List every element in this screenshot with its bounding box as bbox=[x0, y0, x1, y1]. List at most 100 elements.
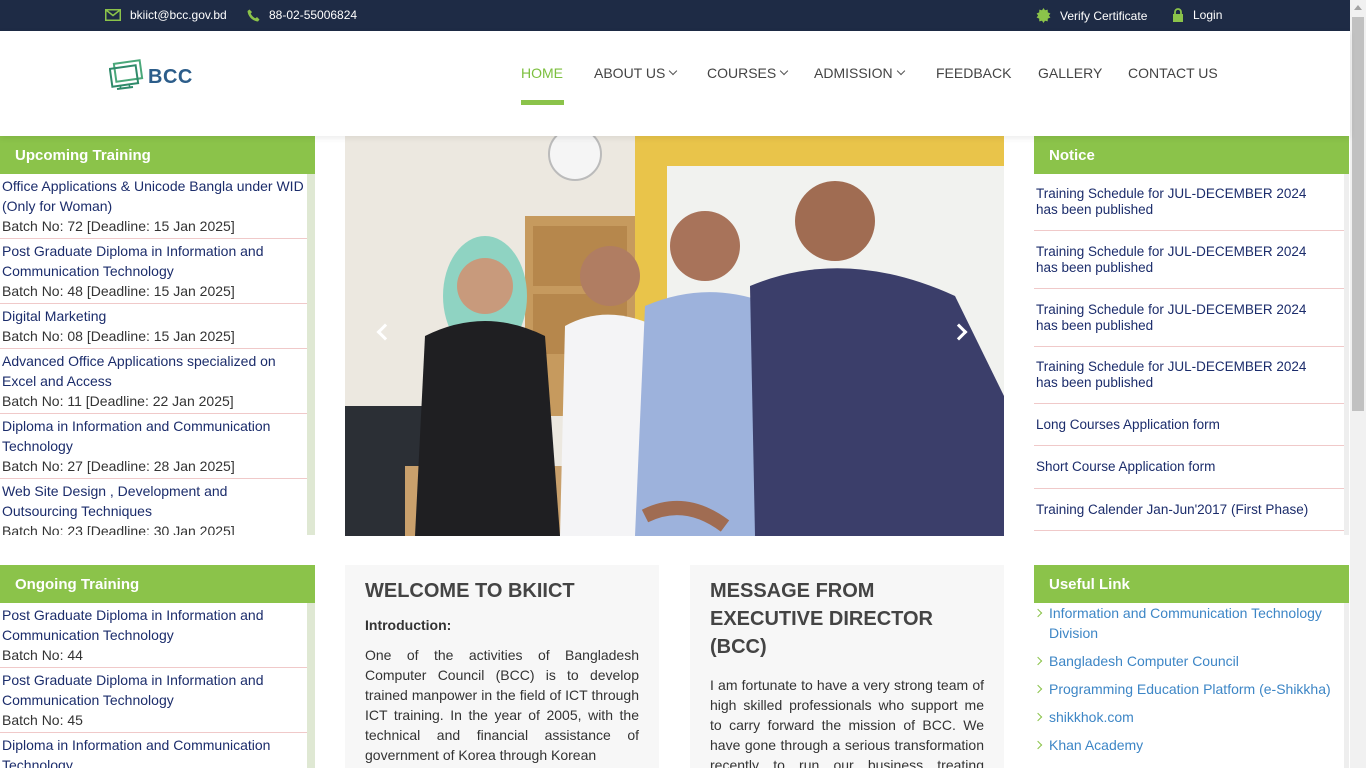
lock-icon bbox=[1172, 8, 1184, 22]
useful-link-text[interactable]: Information and Communication Technology… bbox=[1049, 605, 1322, 641]
verify-text: Verify Certificate bbox=[1060, 8, 1148, 23]
list-item[interactable]: Diploma in Information and Communication… bbox=[0, 414, 307, 479]
list-item[interactable]: Post Graduate Diploma in Information and… bbox=[0, 603, 307, 668]
useful-link-text[interactable]: Programming Education Platform (e-Shikkh… bbox=[1049, 681, 1331, 697]
nav-courses[interactable]: COURSES bbox=[707, 65, 789, 81]
badge-icon bbox=[1036, 8, 1051, 23]
training-meta: Batch No: 11 [Deadline: 22 Jan 2025] bbox=[2, 393, 234, 409]
phone-contact[interactable]: 88-02-55006824 bbox=[247, 8, 357, 22]
upcoming-training-header: Upcoming Training bbox=[0, 136, 315, 174]
training-meta: Batch No: 27 [Deadline: 28 Jan 2025] bbox=[2, 458, 235, 474]
nav-feedback-label: FEEDBACK bbox=[936, 65, 1012, 81]
nav-gallery-label: GALLERY bbox=[1038, 65, 1103, 81]
training-title[interactable]: Digital Marketing bbox=[2, 306, 305, 326]
chevron-right-icon bbox=[1034, 740, 1043, 750]
training-title[interactable]: Post Graduate Diploma in Information and… bbox=[2, 670, 305, 710]
login-text: Login bbox=[1193, 8, 1223, 22]
nav-home[interactable]: HOME bbox=[521, 65, 563, 81]
notice-item[interactable]: Training Schedule for JUL-DECEMBER 2024 … bbox=[1034, 347, 1344, 404]
notice-item[interactable]: Short Course Application form bbox=[1034, 446, 1344, 489]
notice-header: Notice bbox=[1034, 136, 1349, 174]
notice-item[interactable]: Training Calender Jan-Jun'2017 (First Ph… bbox=[1034, 489, 1344, 531]
welcome-title: WELCOME TO BKIICT bbox=[365, 580, 575, 602]
slider-photo bbox=[345, 136, 1004, 536]
notice-item[interactable]: Long Courses Application form bbox=[1034, 404, 1344, 446]
ongoing-training-list[interactable]: Post Graduate Diploma in Information and… bbox=[0, 603, 315, 768]
nav-admission[interactable]: ADMISSION bbox=[814, 65, 905, 81]
chevron-down-icon bbox=[896, 66, 905, 76]
site-logo[interactable]: BCC bbox=[109, 59, 193, 95]
site-header: BCC HOME ABOUT US COURSES ADMISSION FEED… bbox=[0, 31, 1350, 136]
message-text: I am fortunate to have a very strong tea… bbox=[710, 677, 984, 768]
chevron-down-icon bbox=[669, 66, 678, 76]
verify-certificate-link[interactable]: Verify Certificate bbox=[1036, 8, 1147, 23]
upcoming-training-list[interactable]: Office Applications & Unicode Bangla und… bbox=[0, 174, 315, 535]
hero-slider[interactable] bbox=[345, 136, 1004, 536]
notice-item[interactable]: Training Schedule for JUL-DECEMBER 2024 … bbox=[1034, 231, 1344, 289]
nav-home-label: HOME bbox=[521, 65, 563, 81]
ongoing-training-header: Ongoing Training bbox=[0, 565, 315, 603]
training-title[interactable]: Office Applications & Unicode Bangla und… bbox=[2, 176, 305, 216]
scroll-up-icon[interactable] bbox=[1354, 5, 1362, 10]
top-bar: bkiict@bcc.gov.bd 88-02-55006824 Verify … bbox=[0, 0, 1350, 31]
useful-link[interactable]: Bangladesh Computer Council bbox=[1034, 651, 1344, 671]
training-meta: Batch No: 44 bbox=[2, 647, 83, 663]
welcome-text: One of the activities of Bangladesh Comp… bbox=[365, 647, 639, 763]
useful-link-text[interactable]: shikkhok.com bbox=[1049, 709, 1134, 725]
notice-item[interactable]: Training Schedule for JUL-DECEMBER 2024 … bbox=[1034, 174, 1344, 231]
useful-link[interactable]: Information and Communication Technology… bbox=[1034, 603, 1344, 643]
message-box: MESSAGE FROM EXECUTIVE DIRECTOR (BCC) I … bbox=[690, 565, 1004, 768]
nav-gallery[interactable]: GALLERY bbox=[1038, 65, 1102, 81]
chevron-right-icon bbox=[1034, 608, 1043, 618]
welcome-subtitle: Introduction: bbox=[365, 617, 452, 633]
logo-text: BCC bbox=[148, 65, 193, 88]
monitor-logo-icon bbox=[109, 59, 144, 90]
message-title: MESSAGE FROM EXECUTIVE DIRECTOR (BCC) bbox=[710, 580, 933, 658]
list-item[interactable]: Advanced Office Applications specialized… bbox=[0, 349, 307, 414]
useful-link[interactable]: Khan Academy bbox=[1034, 735, 1344, 755]
envelope-icon bbox=[105, 9, 121, 21]
notice-item[interactable]: Training Schedule for JUL-DECEMBER 2024 … bbox=[1034, 289, 1344, 347]
chevron-right-icon bbox=[1034, 656, 1043, 666]
useful-link-list: Information and Communication Technology… bbox=[1034, 603, 1349, 768]
list-item[interactable]: Web Site Design , Development and Outsou… bbox=[0, 479, 307, 535]
training-title[interactable]: Advanced Office Applications specialized… bbox=[2, 351, 305, 391]
useful-link[interactable]: Programming Education Platform (e-Shikkh… bbox=[1034, 679, 1344, 699]
nav-about[interactable]: ABOUT US bbox=[594, 65, 678, 81]
useful-link-text[interactable]: Khan Academy bbox=[1049, 737, 1143, 753]
list-item[interactable]: Diploma in Information and Communication… bbox=[0, 733, 307, 768]
chevron-down-icon bbox=[779, 66, 789, 76]
training-title[interactable]: Post Graduate Diploma in Information and… bbox=[2, 241, 305, 281]
training-title[interactable]: Diploma in Information and Communication… bbox=[2, 416, 305, 456]
training-meta: Batch No: 08 [Deadline: 15 Jan 2025] bbox=[2, 328, 235, 344]
list-item[interactable]: Post Graduate Diploma in Information and… bbox=[0, 239, 307, 304]
list-item[interactable]: Post Graduate Diploma in Information and… bbox=[0, 668, 307, 733]
phone-icon bbox=[247, 9, 260, 22]
email-contact[interactable]: bkiict@bcc.gov.bd bbox=[105, 8, 227, 22]
nav-feedback[interactable]: FEEDBACK bbox=[936, 65, 1011, 81]
training-meta: Batch No: 72 [Deadline: 15 Jan 2025] bbox=[2, 218, 235, 234]
chevron-right-icon bbox=[1034, 712, 1043, 722]
notice-list[interactable]: Training Schedule for JUL-DECEMBER 2024 … bbox=[1034, 174, 1349, 535]
email-text: bkiict@bcc.gov.bd bbox=[130, 8, 227, 22]
nav-contact-label: CONTACT US bbox=[1128, 65, 1218, 81]
login-link[interactable]: Login bbox=[1172, 8, 1222, 22]
training-title[interactable]: Diploma in Information and Communication… bbox=[2, 735, 305, 768]
training-meta: Batch No: 48 [Deadline: 15 Jan 2025] bbox=[2, 283, 235, 299]
phone-text: 88-02-55006824 bbox=[269, 8, 358, 22]
active-nav-indicator bbox=[521, 100, 564, 105]
nav-about-label: ABOUT US bbox=[594, 65, 666, 81]
chevron-right-icon bbox=[1034, 684, 1043, 694]
welcome-box: WELCOME TO BKIICT Introduction: One of t… bbox=[345, 565, 659, 768]
nav-courses-label: COURSES bbox=[707, 65, 777, 81]
useful-link[interactable]: shikkhok.com bbox=[1034, 707, 1344, 727]
training-title[interactable]: Web Site Design , Development and Outsou… bbox=[2, 481, 305, 521]
training-title[interactable]: Post Graduate Diploma in Information and… bbox=[2, 605, 305, 645]
nav-contact[interactable]: CONTACT US bbox=[1128, 65, 1218, 81]
useful-link-text[interactable]: Bangladesh Computer Council bbox=[1049, 653, 1239, 669]
scrollbar-thumb[interactable] bbox=[1352, 17, 1364, 411]
list-item[interactable]: Digital Marketing Batch No: 08 [Deadline:… bbox=[0, 304, 307, 349]
list-item[interactable]: Office Applications & Unicode Bangla und… bbox=[0, 174, 307, 239]
useful-link-header: Useful Link bbox=[1034, 565, 1349, 603]
training-meta: Batch No: 23 [Deadline: 30 Jan 2025] bbox=[2, 523, 235, 535]
